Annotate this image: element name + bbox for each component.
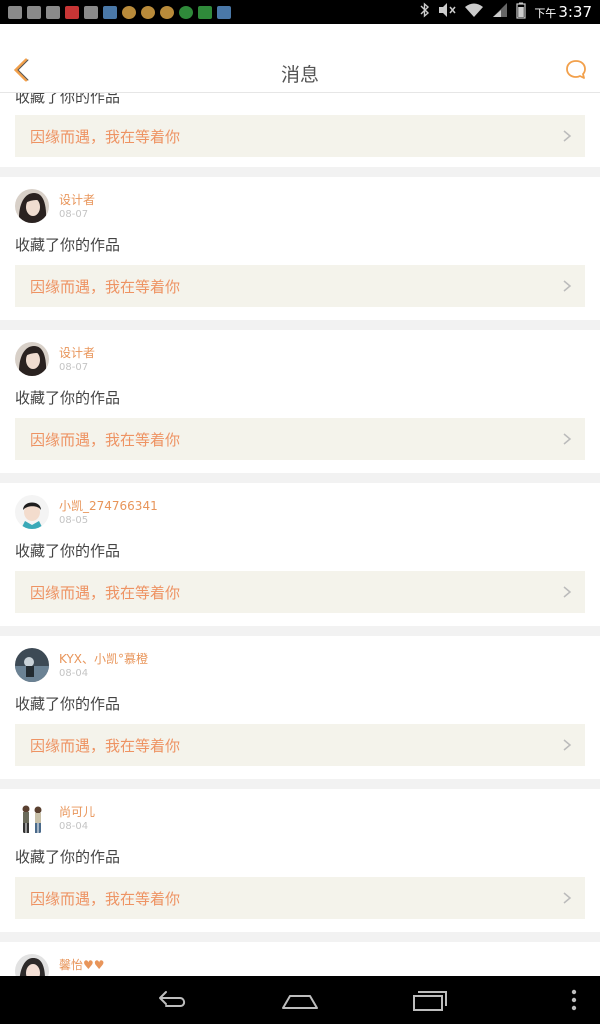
username[interactable]: 设计者 xyxy=(59,191,95,208)
avatar[interactable] xyxy=(15,954,49,976)
username[interactable]: 小凯_274766341 xyxy=(59,497,158,514)
menu-nav-button[interactable] xyxy=(560,986,588,1014)
page-title: 消息 xyxy=(280,64,319,86)
signal-icon xyxy=(492,2,508,22)
app-notification-icon xyxy=(160,5,174,19)
battery-icon xyxy=(516,2,526,23)
chevron-right-icon xyxy=(563,892,572,904)
message-list[interactable]: 收藏了你的作品 因缘而遇，我在等着你 设计者 08-07 收藏了你的作品 因缘而… xyxy=(0,93,600,976)
clock: 下午 3:37 xyxy=(534,3,592,21)
timestamp: 08-05 xyxy=(59,515,89,526)
work-link[interactable]: 因缘而遇，我在等着你 xyxy=(15,571,585,613)
chat-button[interactable] xyxy=(564,58,588,82)
avatar[interactable] xyxy=(15,189,49,223)
app-notification-icon xyxy=(103,5,117,19)
list-item: 尚可儿 08-04 收藏了你的作品 因缘而遇，我在等着你 xyxy=(0,789,600,932)
chat-bubble-icon xyxy=(566,60,586,79)
recents-icon xyxy=(413,991,447,1011)
action-text: 收藏了你的作品 xyxy=(15,236,121,254)
chevron-right-icon xyxy=(563,739,572,751)
app-notification-icon xyxy=(198,5,212,19)
list-item: 设计者 08-07 收藏了你的作品 因缘而遇，我在等着你 xyxy=(0,330,600,473)
work-title: 因缘而遇，我在等着你 xyxy=(30,737,181,755)
work-link[interactable]: 因缘而遇，我在等着你 xyxy=(15,265,585,307)
status-bar: 下午 3:37 xyxy=(0,0,600,24)
app-notification-icon xyxy=(179,5,193,19)
list-item: 收藏了你的作品 因缘而遇，我在等着你 xyxy=(0,93,600,167)
username[interactable]: 馨怡♥♥ xyxy=(59,956,105,973)
work-link[interactable]: 因缘而遇，我在等着你 xyxy=(15,115,585,157)
username[interactable]: KYX、小凯°慕橙 xyxy=(59,650,148,667)
list-item: 馨怡♥♥ xyxy=(0,942,600,976)
username[interactable]: 设计者 xyxy=(59,344,95,361)
bluetooth-icon xyxy=(420,2,430,22)
chevron-right-icon xyxy=(563,586,572,598)
notification-icons xyxy=(0,5,231,19)
action-text: 收藏了你的作品 xyxy=(15,389,121,407)
timestamp: 08-04 xyxy=(59,821,89,832)
back-arrow-icon xyxy=(159,991,186,1007)
home-icon xyxy=(282,995,318,1009)
work-title: 因缘而遇，我在等着你 xyxy=(30,128,181,146)
avatar[interactable] xyxy=(15,648,49,682)
chevron-right-icon xyxy=(563,130,572,142)
timestamp: 08-07 xyxy=(59,362,89,373)
timestamp: 08-04 xyxy=(59,668,89,679)
work-title: 因缘而遇，我在等着你 xyxy=(30,278,181,296)
work-title: 因缘而遇，我在等着你 xyxy=(30,584,181,602)
wifi-icon xyxy=(464,2,484,22)
app-notification-icon xyxy=(8,5,22,19)
action-text: 收藏了你的作品 xyxy=(15,695,121,713)
list-item: KYX、小凯°慕橙 08-04 收藏了你的作品 因缘而遇，我在等着你 xyxy=(0,636,600,779)
mute-icon xyxy=(438,2,456,22)
overflow-menu-icon xyxy=(571,989,577,1011)
avatar[interactable] xyxy=(15,801,49,835)
chevron-right-icon xyxy=(563,280,572,292)
list-item: 设计者 08-07 收藏了你的作品 因缘而遇，我在等着你 xyxy=(0,177,600,320)
home-nav-button[interactable] xyxy=(280,986,320,1014)
app-notification-icon xyxy=(65,5,79,19)
app-header: 消息 xyxy=(0,24,600,93)
work-link[interactable]: 因缘而遇，我在等着你 xyxy=(15,877,585,919)
avatar[interactable] xyxy=(15,495,49,529)
work-link[interactable]: 因缘而遇，我在等着你 xyxy=(15,724,585,766)
action-text: 收藏了你的作品 xyxy=(15,93,121,106)
app-notification-icon xyxy=(141,5,155,19)
app-notification-icon xyxy=(122,5,136,19)
system-indicators: 下午 3:37 xyxy=(420,2,600,23)
chevron-right-icon xyxy=(563,433,572,445)
work-title: 因缘而遇，我在等着你 xyxy=(30,431,181,449)
shield-icon xyxy=(217,5,231,19)
back-nav-button[interactable] xyxy=(152,986,192,1014)
username[interactable]: 尚可儿 xyxy=(59,803,95,820)
lock-icon xyxy=(27,5,41,19)
timestamp: 08-07 xyxy=(59,209,89,220)
avatar[interactable] xyxy=(15,342,49,376)
list-item: 小凯_274766341 08-05 收藏了你的作品 因缘而遇，我在等着你 xyxy=(0,483,600,626)
system-nav-bar xyxy=(0,976,600,1024)
work-title: 因缘而遇，我在等着你 xyxy=(30,890,181,908)
image-icon xyxy=(46,5,60,19)
action-text: 收藏了你的作品 xyxy=(15,542,121,560)
action-text: 收藏了你的作品 xyxy=(15,848,121,866)
tiktok-icon xyxy=(84,5,98,19)
work-link[interactable]: 因缘而遇，我在等着你 xyxy=(15,418,585,460)
recents-nav-button[interactable] xyxy=(410,986,450,1014)
